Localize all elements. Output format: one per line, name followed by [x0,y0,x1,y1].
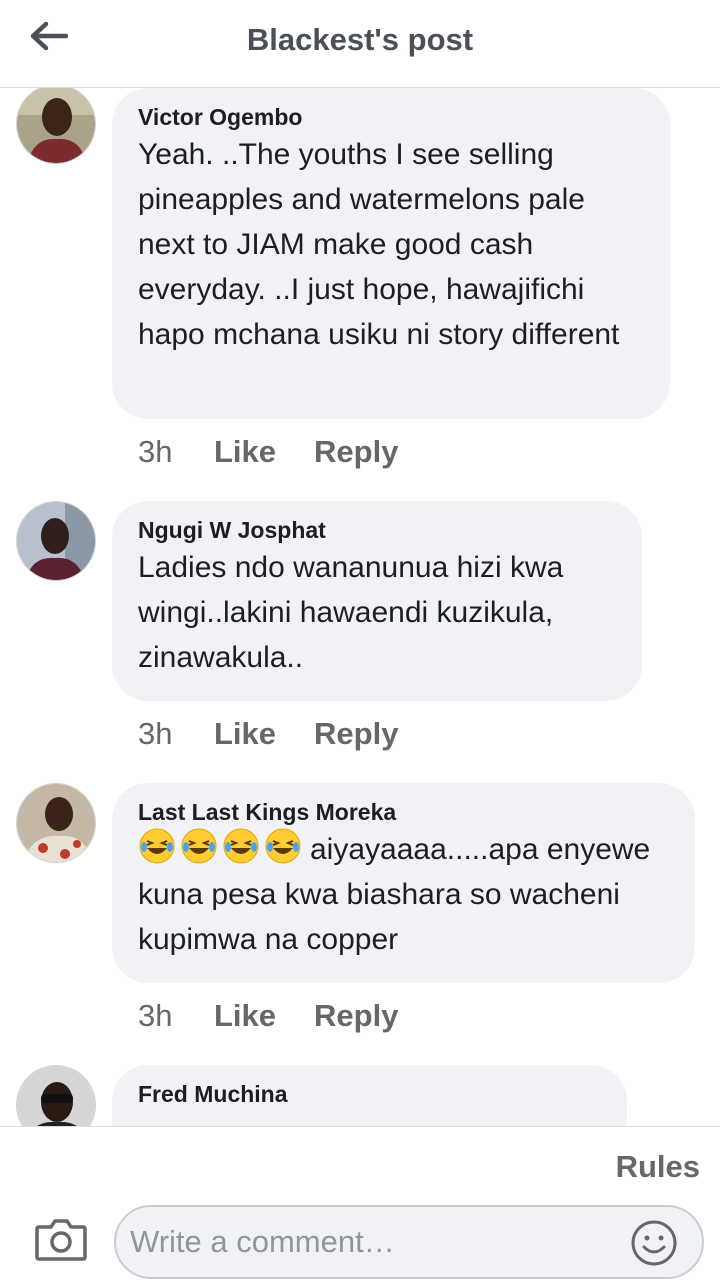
avatar[interactable] [16,501,96,581]
top-bar: Blackest's post [0,0,720,88]
like-button[interactable]: Like [214,716,276,752]
comment-text: Ladies ndo wananunua hizi kwa wingi..lak… [138,551,564,674]
laughing-emoji-group [138,827,302,865]
comment-input-box[interactable] [114,1205,704,1279]
laughing-emoji-icon [223,828,259,864]
comment-bubble[interactable]: Last Last Kings Moreka aiyayaaaa.....apa… [112,783,695,983]
like-button[interactable]: Like [214,998,276,1034]
comment-timestamp: 3h [138,716,173,751]
laughing-emoji-icon [265,828,301,864]
smiley-icon [631,1220,677,1266]
comment-bubble[interactable]: Fred Muchina [112,1065,627,1126]
comment-input[interactable] [130,1207,630,1277]
comment-bubble[interactable]: Ngugi W Josphat Ladies ndo wananunua hiz… [112,501,642,701]
avatar[interactable] [16,1065,96,1126]
like-button[interactable]: Like [214,434,276,470]
comment-author[interactable]: Victor Ogembo [138,102,644,132]
emoji-button[interactable] [630,1219,678,1267]
comment-text: aiyayaaaa.....apa enyewe kuna pesa kwa b… [138,827,669,962]
reply-button[interactable]: Reply [314,716,398,752]
comment-author[interactable]: Ngugi W Josphat [138,515,616,545]
comment-actions: 3h Like Reply [138,716,436,752]
avatar[interactable] [16,88,96,164]
page-title: Blackest's post [246,22,474,57]
rules-link[interactable]: Rules [616,1149,700,1185]
comment-list[interactable]: Victor Ogembo Yeah. ..The youths I see s… [0,88,720,1126]
camera-icon [35,1219,87,1261]
reply-button[interactable]: Reply [314,998,398,1034]
comment-text: Yeah. ..The youths I see selling pineapp… [138,138,620,351]
comment-bubble[interactable]: Victor Ogembo Yeah. ..The youths I see s… [112,88,670,419]
comment-timestamp: 3h [138,998,173,1033]
laughing-emoji-icon [181,828,217,864]
avatar[interactable] [16,783,96,863]
comment-author[interactable]: Fred Muchina [138,1079,601,1109]
comment-composer: Rules [0,1126,720,1280]
comment-timestamp: 3h [138,434,173,469]
comment-actions: 3h Like Reply [138,998,436,1034]
comment-author[interactable]: Last Last Kings Moreka [138,797,669,827]
comment-actions: 3h Like Reply [138,434,436,470]
camera-button[interactable] [34,1215,88,1263]
reply-button[interactable]: Reply [314,434,398,470]
laughing-emoji-icon [139,828,175,864]
